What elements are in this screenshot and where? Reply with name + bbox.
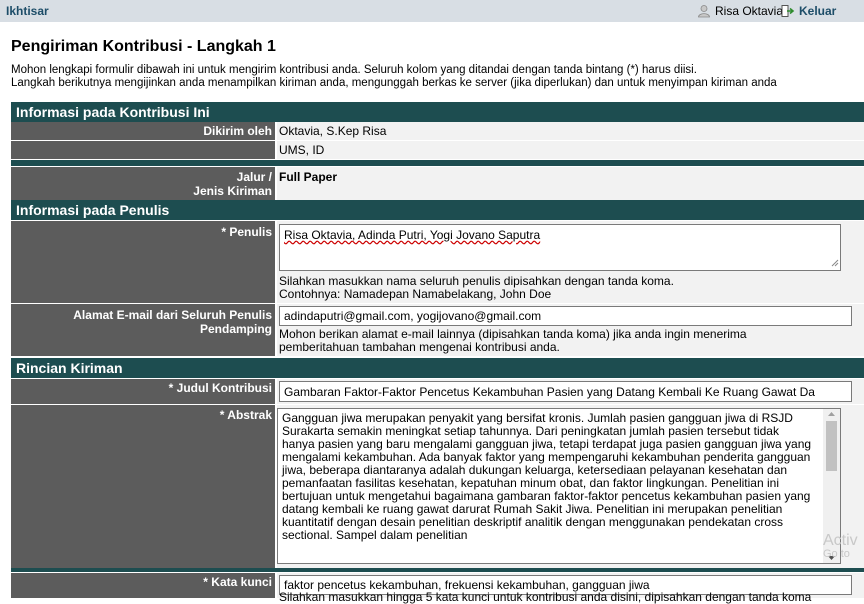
title-input[interactable]: Gambaran Faktor-Faktor Pencetus Kekambuh… [279,381,852,402]
track-label: Jalur / Jenis Kiriman [11,167,275,200]
logout-label: Keluar [799,4,837,18]
title-input-value: Gambaran Faktor-Faktor Pencetus Kekambuh… [284,385,815,399]
track-value: Full Paper [277,167,864,200]
section-divider [11,160,864,166]
abstract-label: * Abstrak [11,405,275,568]
logout-link[interactable]: Keluar [781,4,836,18]
sent-by-name: Oktavia, S.Kep Risa [277,122,864,140]
scroll-up-icon[interactable] [823,409,840,419]
emails-input-value: adindaputri@gmail.com, yogijovano@gmail.… [284,309,542,323]
top-navigation-bar: Ikhtisar Risa Oktavia Keluar [0,0,864,22]
authors-label: * Penulis [11,221,275,303]
emails-hint: Mohon berikan alamat e-mail lainnya (dip… [279,328,747,354]
user-name: Risa Oktavia [715,4,784,18]
emails-label-line-2: Pendamping [199,322,272,336]
logout-icon [781,5,795,17]
emails-label: Alamat E-mail dari Seluruh Penulis Penda… [11,304,275,356]
authors-hint-line-2: Contohnya: Namadepan Namabelakang, John … [279,287,552,301]
keywords-label: * Kata kunci [11,573,275,598]
section-header-authors: Informasi pada Penulis [11,200,864,220]
track-label-line-1: Jalur / [236,170,272,184]
user-icon [698,5,710,18]
authors-hint: Silahkan masukkan nama seluruh penulis d… [279,275,674,301]
intro-line-2: Langkah berikutnya mengijinkan anda mena… [11,77,777,89]
section-divider-2 [11,568,864,572]
abstract-input-value: Gangguan jiwa merupakan penyakit yang be… [282,411,812,542]
section-header-details: Rincian Kiriman [11,358,864,378]
emails-input[interactable]: adindaputri@gmail.com, yogijovano@gmail.… [279,306,852,326]
intro-line-1: Mohon lengkapi formulir dibawah ini untu… [11,64,697,76]
emails-label-line-1: Alamat E-mail dari Seluruh Penulis [73,308,272,322]
authors-textarea[interactable]: Risa Oktavia, Adinda Putri, Yogi Jovano … [279,224,841,271]
user-menu[interactable]: Risa Oktavia [697,4,783,18]
title-label: * Judul Kontribusi [11,379,275,404]
sent-by-label: Dikirim oleh [11,122,275,140]
authors-input-value: Risa Oktavia, Adinda Putri, Yogi Jovano … [284,228,541,242]
summary-link[interactable]: Ikhtisar [6,4,49,18]
resize-handle-icon[interactable] [831,259,839,267]
sent-by-affiliation: UMS, ID [277,141,864,159]
section-header-contribution: Informasi pada Kontribusi Ini [11,102,864,122]
intro-text: Mohon lengkapi formulir dibawah ini untu… [11,64,864,90]
sent-by-label-cont [11,141,275,159]
abstract-scrollbar-thumb[interactable] [826,421,837,471]
track-label-line-2: Jenis Kiriman [193,184,272,198]
emails-hint-line-2: pemberitahuan tambahan mengenai kontribu… [279,340,560,354]
page-title: Pengiriman Kontribusi - Langkah 1 [11,38,276,55]
abstract-textarea[interactable]: Gangguan jiwa merupakan penyakit yang be… [277,408,841,564]
activation-watermark: Activ Go to [823,532,858,560]
